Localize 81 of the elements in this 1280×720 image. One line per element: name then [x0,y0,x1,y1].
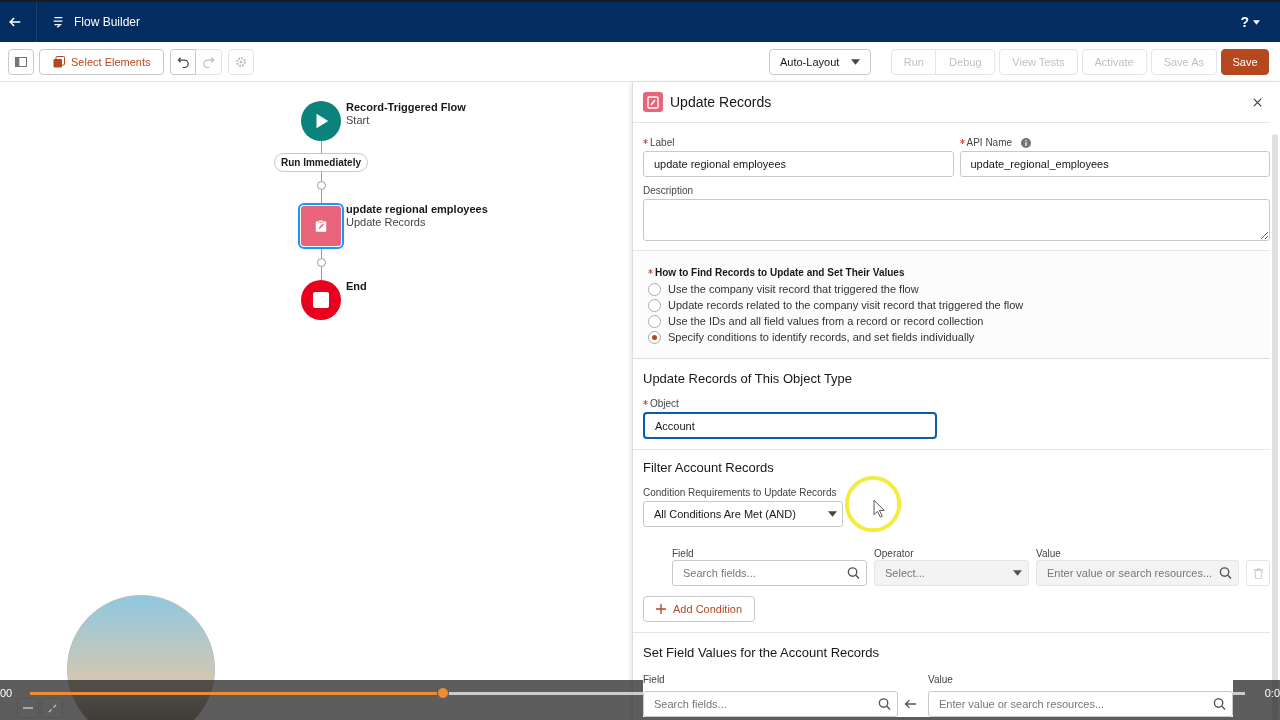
plus-icon [656,604,666,614]
trash-icon [1253,567,1263,579]
app-title: Flow Builder [74,15,141,29]
radio-button[interactable] [648,314,661,328]
radio-label: Use the company visit record that triggered the flow [668,283,919,295]
connector-dot[interactable] [316,181,326,190]
auto-layout-menu[interactable]: Auto-Layout [769,48,872,75]
minus-icon [23,707,33,709]
operator-dropdown[interactable]: Select... [874,560,1029,586]
radio-button[interactable] [648,282,661,296]
add-condition-button[interactable]: Add Condition [643,596,756,622]
column-label: Value [1036,548,1062,559]
progress-thumb[interactable] [437,687,450,699]
caret-icon [1253,19,1260,25]
search-icon [1213,697,1226,711]
panel-icon [15,56,27,67]
radio-button[interactable] [648,298,661,312]
node-subtitle: Update Records [346,216,427,229]
field-label: Description [643,185,694,196]
column-label: Operator [874,548,915,559]
radio-label: Specify conditions to identify records, and set fields individually [668,331,975,343]
panel-title: Update Records [670,94,772,110]
search-icon [1219,566,1232,580]
caret-icon [1013,570,1022,576]
undo-button[interactable] [170,48,197,75]
redo-icon [202,55,216,68]
info-icon[interactable] [1021,137,1032,148]
field-label: Condition Requirements to Update Records [643,487,837,498]
radio-label: Use the IDs and all field values from a record or record collection [668,315,984,327]
close-icon[interactable] [1253,97,1262,107]
field-label: Object [650,398,679,409]
stop-icon[interactable] [301,280,341,320]
connector-dot[interactable] [316,258,326,267]
node-title: End [346,280,367,293]
clipboard-pencil-icon [643,92,663,112]
object-input[interactable]: Account [643,412,937,439]
value-search-input[interactable]: Enter value or search resources... [1036,560,1239,586]
flow-icon [51,15,65,29]
settings-button[interactable] [228,48,255,75]
settings-icon [235,55,248,68]
panel-toggle-button[interactable] [8,48,34,75]
node-subtitle: Start [346,114,371,127]
field-label: API Name [966,137,1013,148]
description-input[interactable] [643,199,1270,241]
shrink-button[interactable] [41,698,63,718]
section-heading: Set Field Values for the Account Records [643,645,880,660]
section-heading: Filter Account Records [643,460,774,475]
back-arrow-icon[interactable] [8,15,22,29]
delete-button[interactable] [1246,560,1270,586]
caret-icon [828,511,837,517]
caret-icon [851,58,861,65]
column-label: Field [672,548,695,559]
field-search-input[interactable]: Search fields... [672,560,867,586]
field-search-input[interactable]: Search fields... [643,691,898,717]
shrink-icon [47,703,57,713]
minimize-button[interactable] [17,698,39,718]
select-elements-button[interactable]: Select Elements [39,48,165,75]
select-elements-icon [53,55,65,68]
help-menu[interactable]: ? [1240,14,1260,30]
left-arrow-icon [904,699,917,709]
group-label: How to Find Records to Update and Set Their Values [655,267,905,278]
label-input[interactable]: update regional employees [643,151,954,177]
search-icon [878,697,891,711]
path-label[interactable]: Run Immediately [274,153,368,172]
section-heading: Update Records of This Object Type [643,371,853,386]
node-title: Record-Triggered Flow [346,101,466,114]
search-icon [847,566,860,580]
field-label: Label [650,137,675,148]
node-title: update regional employees [346,203,488,216]
clipboard-pencil-icon[interactable] [298,203,344,249]
value-search-input[interactable]: Enter value or search resources... [928,691,1233,717]
radio-button[interactable] [648,330,661,344]
save-button[interactable]: Save [1221,48,1269,75]
elapsed-time: 00 [0,687,13,699]
play-icon[interactable] [301,101,341,141]
condition-dropdown[interactable]: All Conditions Are Met (AND) [643,501,843,527]
progress-track[interactable] [30,692,1245,695]
radio-label: Update records related to the company visit record that triggered the flow [668,299,1024,311]
duration-time: 0:0 [1264,687,1280,699]
undo-icon [177,55,190,68]
api-name-input[interactable]: update_regional_employees [959,151,1270,177]
